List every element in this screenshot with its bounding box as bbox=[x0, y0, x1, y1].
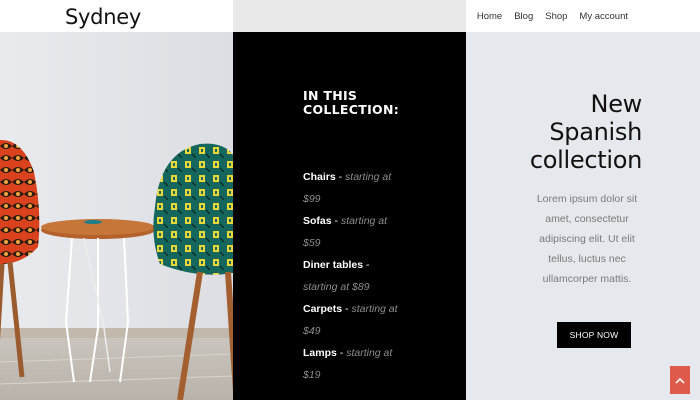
item-name: Sofas bbox=[303, 215, 332, 227]
list-item: Sofas - starting at $59 bbox=[303, 215, 388, 249]
promo-title: New Spanish collection bbox=[482, 90, 642, 174]
nav-blog[interactable]: Blog bbox=[514, 11, 533, 22]
scroll-to-top-button[interactable] bbox=[670, 366, 690, 394]
shop-now-button[interactable]: SHOP NOW bbox=[557, 322, 631, 348]
list-item: Carpets - starting at $49 bbox=[303, 303, 398, 337]
collection-title: IN THIS COLLECTION: bbox=[303, 88, 400, 117]
collection-panel: IN THIS COLLECTION: Chairs - starting at… bbox=[233, 32, 466, 400]
promo-title-line: collection bbox=[529, 146, 642, 174]
nav-shop[interactable]: Shop bbox=[545, 11, 567, 22]
header-nav-area: Home Blog Shop My account bbox=[466, 0, 700, 32]
collection-list: Chairs - starting at $99 Sofas - startin… bbox=[303, 166, 403, 386]
item-name: Chairs bbox=[303, 171, 336, 183]
list-item: Chairs - starting at $99 bbox=[303, 171, 392, 205]
chevron-up-icon bbox=[675, 377, 685, 384]
header-brand-area: Sydney bbox=[0, 0, 233, 32]
main-nav: Home Blog Shop My account bbox=[477, 0, 700, 32]
promo-title-line: New bbox=[590, 90, 643, 118]
promo-title-line: Spanish bbox=[549, 118, 642, 146]
item-name: Diner tables bbox=[303, 259, 364, 271]
nav-my-account[interactable]: My account bbox=[579, 11, 628, 22]
item-name: Carpets bbox=[303, 303, 343, 315]
site-header: Sydney Home Blog Shop My account bbox=[0, 0, 700, 32]
promo-panel: New Spanish collection Lorem ipsum dolor… bbox=[466, 32, 700, 400]
list-item: Diner tables - starting at $89 bbox=[303, 259, 370, 293]
chairs-photo bbox=[0, 32, 233, 400]
promo-description: Lorem ipsum dolor sit amet, consectetur … bbox=[536, 193, 638, 285]
item-name: Lamps bbox=[303, 347, 337, 359]
header-spacer bbox=[233, 0, 466, 32]
list-item: Lamps - starting at $19 bbox=[303, 347, 393, 381]
item-price: starting at $89 bbox=[303, 281, 370, 293]
nav-home[interactable]: Home bbox=[477, 11, 502, 22]
site-logo[interactable]: Sydney bbox=[65, 5, 141, 29]
